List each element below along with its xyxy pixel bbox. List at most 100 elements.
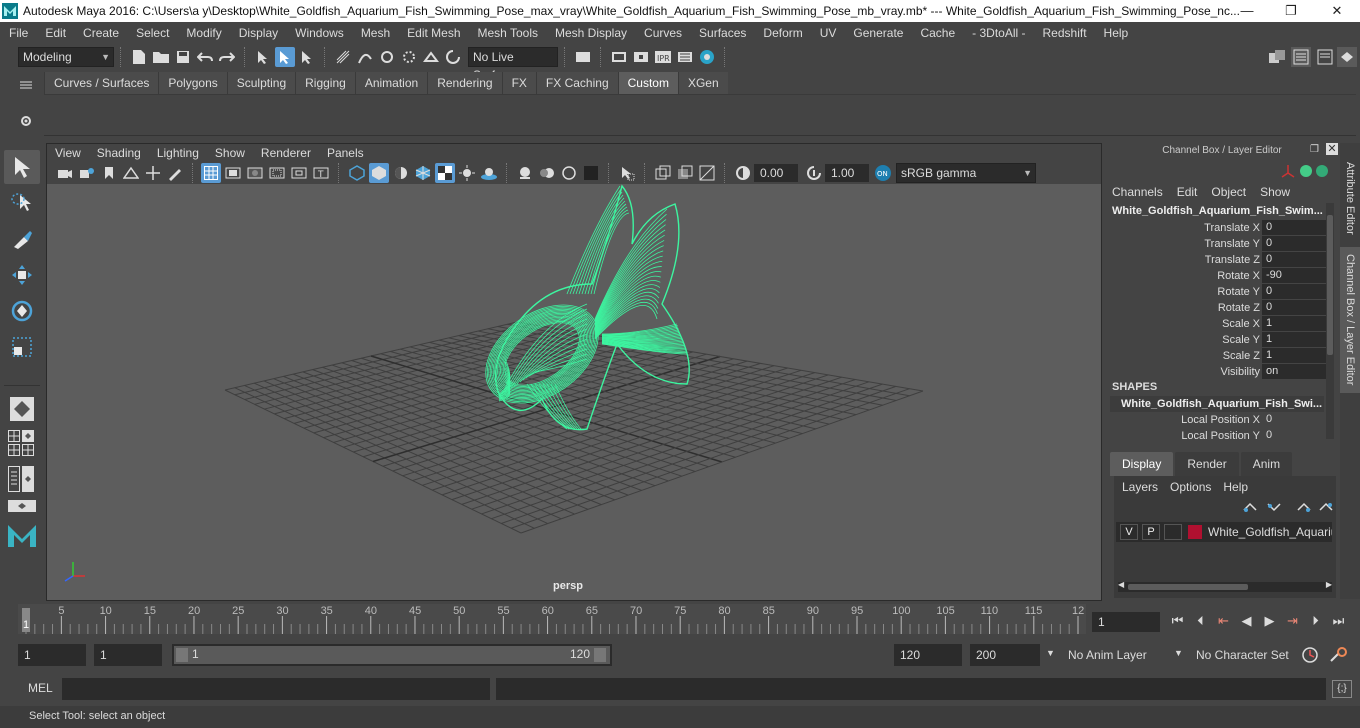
tab-channel-box-layer-editor[interactable]: Channel Box / Layer Editor [1340, 247, 1360, 393]
shelf-menu-icon[interactable] [20, 80, 32, 90]
le-menu-help[interactable]: Help [1217, 480, 1254, 494]
wireframe-on-shaded-icon[interactable] [413, 163, 433, 183]
safe-action-icon[interactable]: T [311, 163, 331, 183]
color-management-icon[interactable]: ON [873, 163, 893, 183]
menu-help[interactable]: Help [1095, 22, 1137, 44]
default-material-icon[interactable] [391, 163, 411, 183]
tab-rigging[interactable]: Rigging [295, 72, 355, 94]
resolution-gate-icon[interactable] [245, 163, 265, 183]
menu-windows[interactable]: Windows [286, 22, 352, 44]
le-menu-layers[interactable]: Layers [1116, 480, 1164, 494]
tab-anim-layers[interactable]: Anim [1240, 452, 1293, 476]
gate-mask-icon[interactable] [267, 163, 287, 183]
menu-display[interactable]: Display [230, 22, 286, 44]
tab-custom[interactable]: Custom [617, 72, 678, 94]
scene-start-frame-field[interactable]: 1 [18, 644, 86, 666]
layout-four-pane-icon[interactable] [8, 430, 20, 442]
script-editor-icon[interactable]: {;} [1332, 680, 1352, 698]
step-forward-frame-icon[interactable]: ⏵ [1304, 613, 1327, 629]
chevron-down-icon[interactable]: ▼ [1174, 648, 1183, 658]
viewport-menu-lighting[interactable]: Lighting [149, 144, 207, 162]
new-scene-icon[interactable] [129, 47, 149, 67]
shape-node-name[interactable]: White_Goldfish_Aquarium_Fish_Swi... [1110, 396, 1324, 412]
use-all-lights-icon[interactable] [457, 163, 477, 183]
new-layer-selected-icon[interactable] [1319, 502, 1333, 511]
menu-uv[interactable]: UV [811, 22, 845, 44]
scroll-right-icon[interactable]: ▶ [1326, 580, 1332, 589]
input-output-icon[interactable] [573, 47, 593, 67]
tab-polygons[interactable]: Polygons [158, 72, 227, 94]
undo-icon[interactable] [195, 47, 215, 67]
scene-end-frame-field[interactable]: 200 [970, 644, 1040, 666]
viewport-menu-show[interactable]: Show [207, 144, 253, 162]
step-back-frame-icon[interactable]: ⏴ [1189, 613, 1212, 629]
menu-surfaces[interactable]: Surfaces [690, 22, 754, 44]
viewport-menu-shading[interactable]: Shading [89, 144, 149, 162]
tab-fx-caching[interactable]: FX Caching [535, 72, 618, 94]
tab-display-layers[interactable]: Display [1110, 452, 1174, 476]
move-layer-up-icon[interactable] [1243, 502, 1257, 512]
time-slider-track[interactable]: 1 5 10 15 20 25 30 35 40 45 50 55 60 65 70 75 80 85 90 95 1… [18, 604, 1086, 634]
tab-xgen[interactable]: XGen [677, 72, 728, 94]
attr-value[interactable]: 1 [1262, 332, 1326, 347]
layer-editor-hscrollbar[interactable]: ◀ ▶ [1118, 580, 1332, 592]
animation-preferences-icon[interactable] [1328, 646, 1350, 667]
move-layer-down-icon[interactable] [1267, 503, 1281, 512]
cb-menu-object[interactable]: Object [1203, 185, 1252, 199]
camera-attributes-icon[interactable] [77, 163, 97, 183]
tab-render-layers[interactable]: Render [1175, 452, 1239, 476]
layout-misc-button[interactable] [8, 500, 44, 515]
motion-blur-icon[interactable] [537, 163, 557, 183]
character-set-dropdown[interactable]: No Character Set [1190, 644, 1292, 666]
tab-rendering[interactable]: Rendering [427, 72, 502, 94]
step-back-key-icon[interactable]: ⇤ [1212, 613, 1235, 629]
workspace-icon[interactable] [1267, 47, 1287, 67]
tab-attribute-editor[interactable]: Attribute Editor [1340, 151, 1360, 245]
menu-deform[interactable]: Deform [754, 22, 810, 44]
layer-color-swatch[interactable] [1188, 525, 1202, 539]
menu-edit-mesh[interactable]: Edit Mesh [398, 22, 468, 44]
snap-surface-icon[interactable] [421, 47, 441, 67]
layer-display-type-toggle[interactable] [1164, 524, 1182, 540]
menu-curves[interactable]: Curves [635, 22, 690, 44]
tab-animation[interactable]: Animation [354, 72, 428, 94]
channel-box-scrollbar[interactable] [1326, 203, 1334, 439]
layout-single-button[interactable] [4, 392, 40, 426]
command-input[interactable] [62, 678, 490, 700]
tab-fx[interactable]: FX [501, 72, 536, 94]
layer-visibility-toggle[interactable]: V [1120, 524, 1138, 540]
shelf-settings-gear-icon[interactable] [19, 114, 33, 128]
cb-menu-edit[interactable]: Edit [1169, 185, 1204, 199]
wireframe-mode-icon[interactable] [347, 163, 367, 183]
tab-sculpting[interactable]: Sculpting [226, 72, 296, 94]
playback-end-frame-field[interactable]: 120 [894, 644, 962, 666]
attr-value[interactable]: 0 [1262, 300, 1326, 315]
go-to-start-icon[interactable]: ⏮ [1166, 613, 1189, 629]
shadows-icon[interactable] [479, 163, 499, 183]
xray-icon[interactable] [653, 163, 673, 183]
xray-joints-icon[interactable] [697, 163, 717, 183]
layer-row[interactable]: V P White_Goldfish_Aquariu [1116, 522, 1332, 542]
grid-toggle-icon[interactable] [201, 163, 221, 183]
menu-file[interactable]: File [0, 22, 36, 44]
field-chart-icon[interactable] [289, 163, 309, 183]
go-to-end-icon[interactable]: ⏭ [1327, 613, 1350, 629]
move-tool-button[interactable] [4, 258, 40, 292]
current-frame-field[interactable]: 1 [1092, 612, 1160, 632]
redo-icon[interactable] [217, 47, 237, 67]
attribute-editor-toggle-icon[interactable] [1315, 47, 1335, 67]
gamma-field[interactable]: 1.00 [825, 164, 869, 182]
scrollbar-thumb[interactable] [1327, 215, 1333, 355]
menu-edit[interactable]: Edit [36, 22, 74, 44]
gamma-icon[interactable] [804, 163, 824, 183]
channel-box-toggle-icon[interactable] [1337, 47, 1357, 67]
chevron-down-icon[interactable]: ▼ [1046, 648, 1055, 658]
range-start-handle[interactable] [176, 648, 188, 662]
xray-active-components-icon[interactable] [675, 163, 695, 183]
save-scene-icon[interactable] [173, 47, 193, 67]
speed-icon[interactable] [1300, 165, 1312, 177]
snap-view-plane-icon[interactable] [399, 47, 419, 67]
live-surface-field[interactable]: No Live Surface [468, 47, 558, 82]
menu-modify[interactable]: Modify [177, 22, 229, 44]
select-by-component-icon[interactable] [297, 47, 317, 67]
